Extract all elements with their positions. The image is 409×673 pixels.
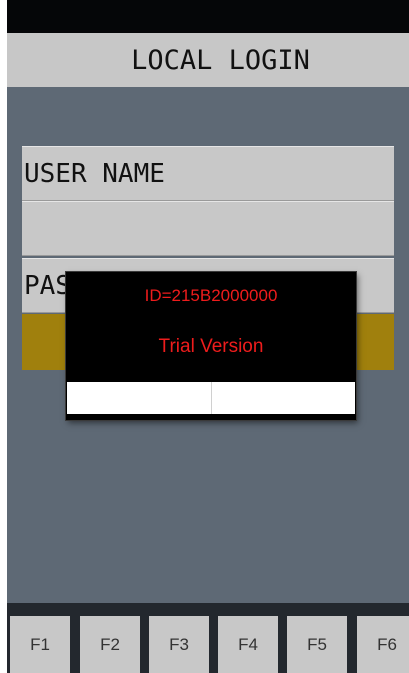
username-label: USER NAME bbox=[24, 158, 165, 189]
status-bar bbox=[7, 0, 409, 33]
function-key-bar: F1 F2 F3 F4 F5 F6 bbox=[7, 603, 409, 673]
dialog-message: Trial Version bbox=[158, 336, 264, 357]
dialog-right-button[interactable] bbox=[211, 382, 355, 414]
hmi-screen: LOCAL LOGIN USER NAME PAS ID=215B2000000… bbox=[7, 0, 409, 673]
f6-button[interactable]: F6 bbox=[357, 616, 409, 673]
f5-button[interactable]: F5 bbox=[287, 616, 347, 673]
dialog-button-row bbox=[67, 382, 355, 414]
password-label: PAS bbox=[24, 270, 71, 301]
f4-button[interactable]: F4 bbox=[218, 616, 278, 673]
username-input[interactable] bbox=[22, 201, 394, 256]
f1-button[interactable]: F1 bbox=[10, 616, 70, 673]
dialog-left-button[interactable] bbox=[67, 382, 211, 414]
f2-button[interactable]: F2 bbox=[80, 616, 140, 673]
username-label-row: USER NAME bbox=[22, 146, 394, 201]
f3-button[interactable]: F3 bbox=[149, 616, 209, 673]
title-bar: LOCAL LOGIN bbox=[7, 33, 409, 87]
dialog-id-text: ID=215B2000000 bbox=[144, 286, 278, 305]
trial-version-dialog: ID=215B2000000 Trial Version bbox=[66, 272, 356, 420]
page-title: LOCAL LOGIN bbox=[131, 44, 310, 76]
